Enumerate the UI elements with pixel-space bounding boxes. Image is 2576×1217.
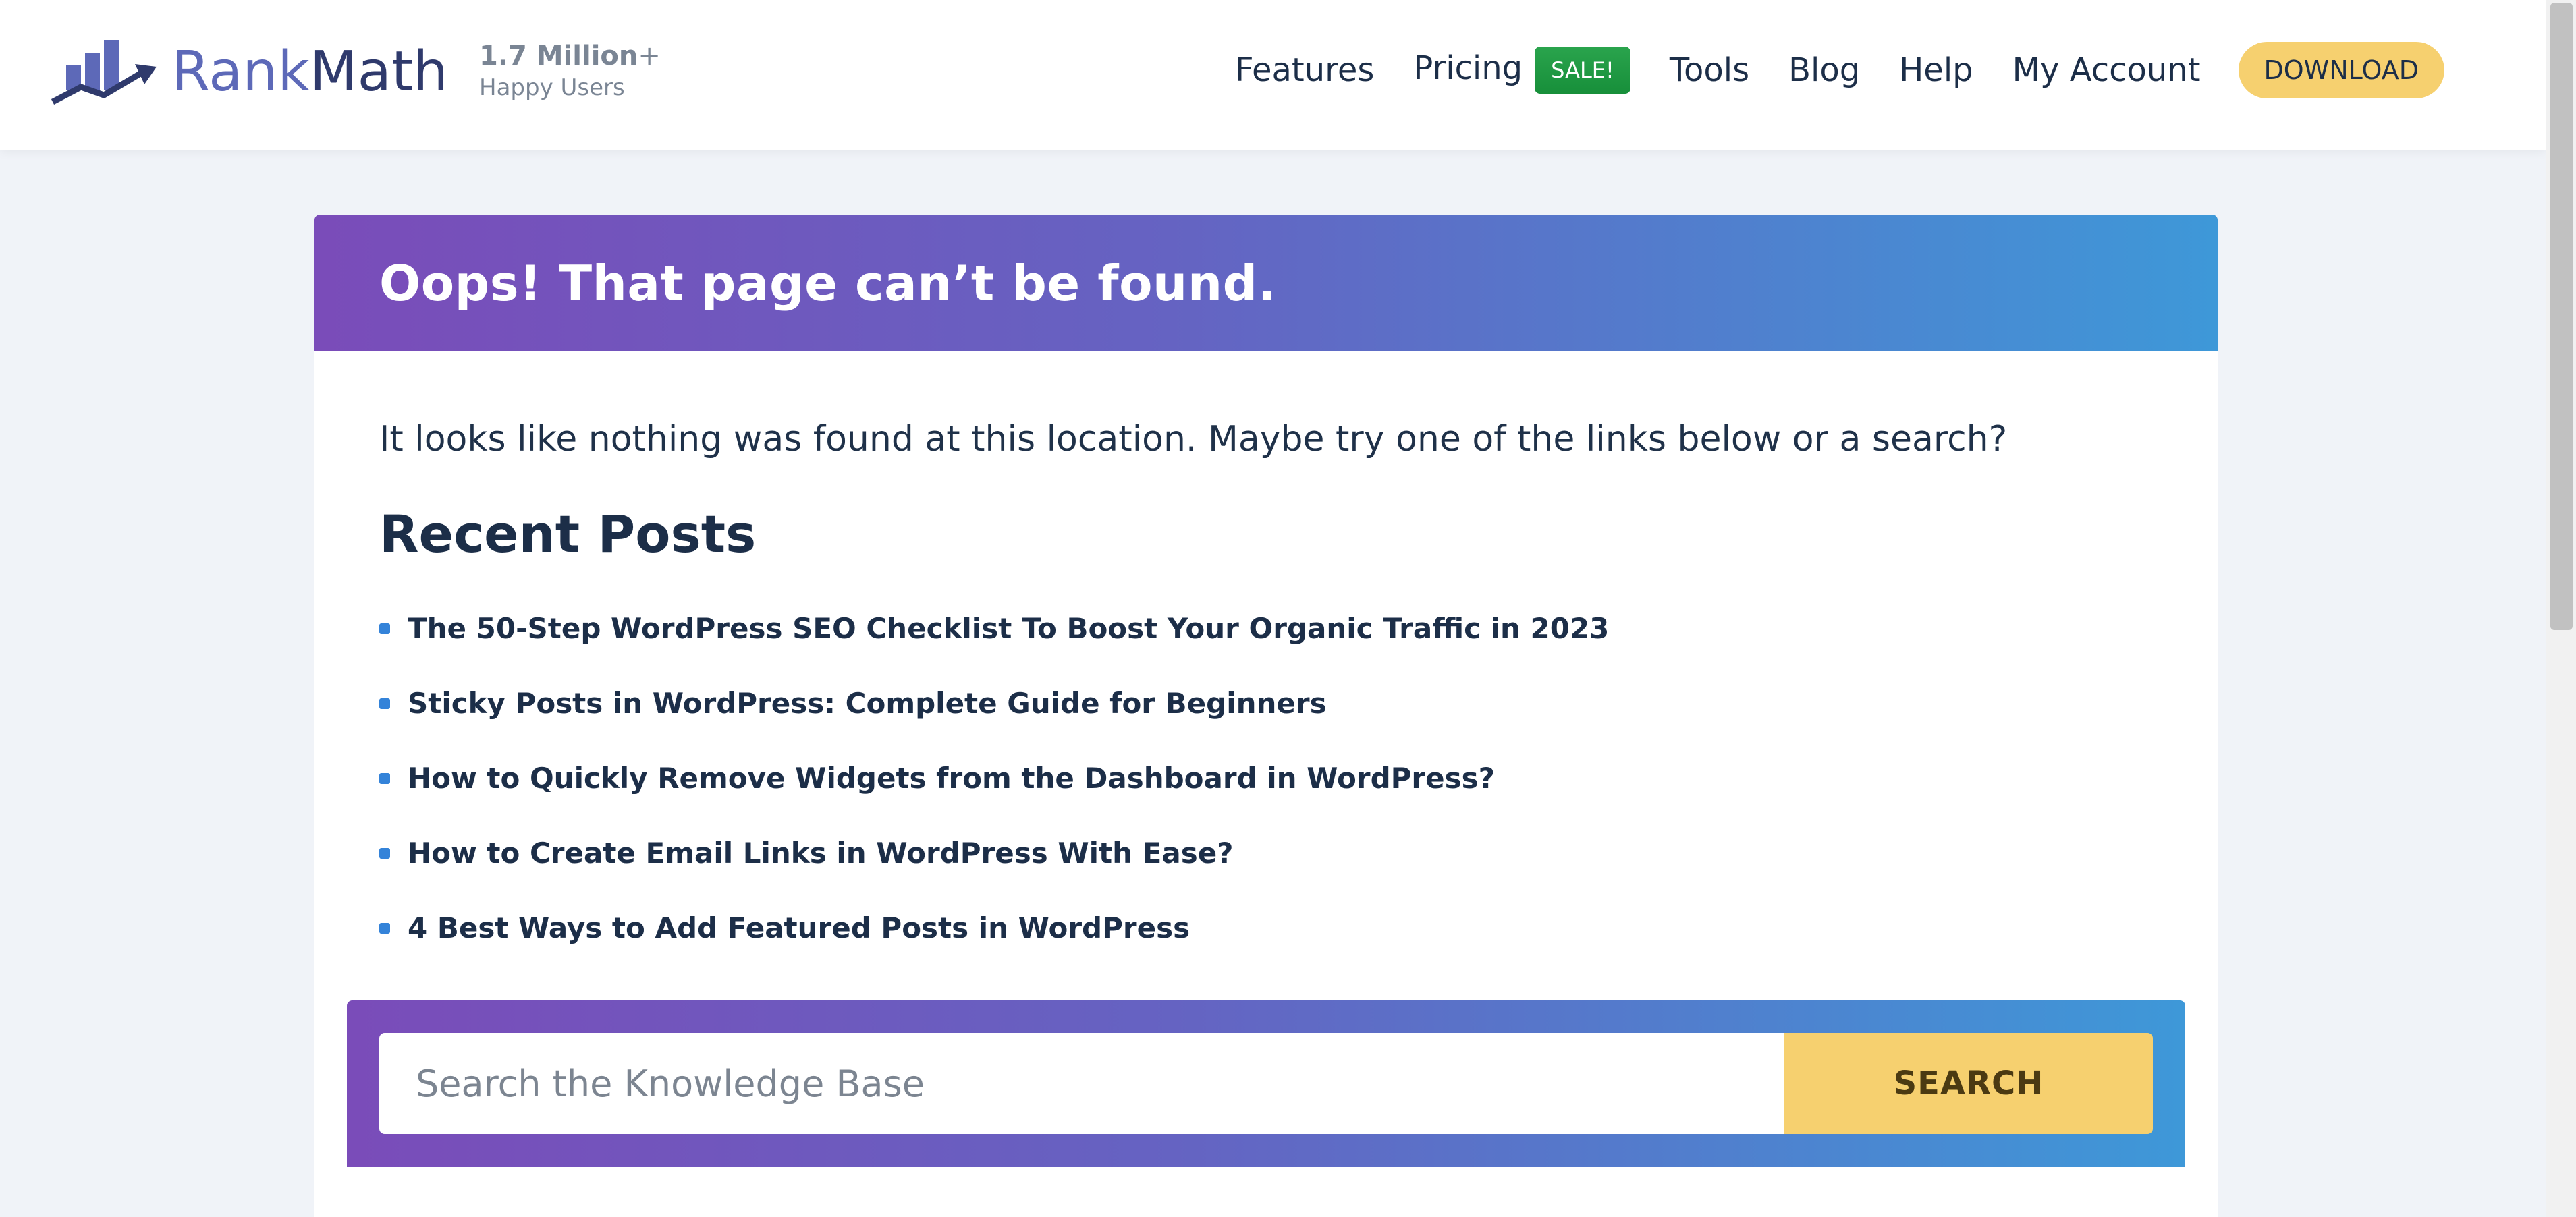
site-header: RankMath 1.7 Million+ Happy Users Featur… xyxy=(0,0,2546,150)
page: RankMath 1.7 Million+ Happy Users Featur… xyxy=(0,0,2546,1217)
list-item: 4 Best Ways to Add Featured Posts in Wor… xyxy=(379,890,2153,965)
nav-features[interactable]: Features xyxy=(1235,51,1374,89)
recent-post-link[interactable]: How to Create Email Links in WordPress W… xyxy=(408,837,1234,870)
square-bullet-icon xyxy=(379,772,390,784)
page-title: Oops! That page can’t be found. xyxy=(379,254,1277,312)
not-found-card: Oops! That page can’t be found. It looks… xyxy=(314,215,2218,1217)
recent-post-link[interactable]: The 50-Step WordPress SEO Checklist To B… xyxy=(408,612,1609,645)
download-button[interactable]: DOWNLOAD xyxy=(2238,42,2444,98)
main-nav: Features Pricing SALE! Tools Blog Help My… xyxy=(1235,42,2444,98)
list-item: How to Quickly Remove Widgets from the D… xyxy=(379,741,2153,816)
nav-pricing-label: Pricing xyxy=(1413,49,1523,87)
brand-name: RankMath xyxy=(171,45,448,100)
rankmath-logo-icon xyxy=(51,37,159,107)
square-bullet-icon xyxy=(379,698,390,709)
site-logo[interactable]: RankMath xyxy=(51,35,448,109)
recent-post-link[interactable]: Sticky Posts in WordPress: Complete Guid… xyxy=(408,687,1327,720)
recent-post-link[interactable]: 4 Best Ways to Add Featured Posts in Wor… xyxy=(408,911,1190,944)
card-body: It looks like nothing was found at this … xyxy=(314,351,2218,965)
users-label: Happy Users xyxy=(479,74,625,101)
square-bullet-icon xyxy=(379,623,390,634)
nav-blog[interactable]: Blog xyxy=(1788,51,1860,89)
list-item: The 50-Step WordPress SEO Checklist To B… xyxy=(379,591,2153,666)
brand-rank: Rank xyxy=(171,40,310,104)
list-item: How to Create Email Links in WordPress W… xyxy=(379,816,2153,890)
brand-math: Math xyxy=(309,40,449,104)
card-header: Oops! That page can’t be found. xyxy=(314,215,2218,351)
search-button[interactable]: SEARCH xyxy=(1784,1033,2153,1134)
users-count: 1.7 Million xyxy=(479,40,638,72)
recent-posts-title: Recent Posts xyxy=(379,504,757,564)
recent-posts-list: The 50-Step WordPress SEO Checklist To B… xyxy=(379,591,2153,965)
nav-help[interactable]: Help xyxy=(1899,51,1973,89)
nav-tools[interactable]: Tools xyxy=(1670,51,1749,89)
search-input[interactable] xyxy=(379,1033,1784,1134)
not-found-message: It looks like nothing was found at this … xyxy=(379,419,2008,459)
nav-my-account[interactable]: My Account xyxy=(2012,51,2201,89)
page-scrollbar[interactable] xyxy=(2546,0,2576,1217)
square-bullet-icon xyxy=(379,847,390,859)
square-bullet-icon xyxy=(379,922,390,934)
nav-pricing[interactable]: Pricing SALE! xyxy=(1413,47,1630,94)
list-item: Sticky Posts in WordPress: Complete Guid… xyxy=(379,666,2153,741)
scrollbar-thumb[interactable] xyxy=(2550,3,2573,630)
happy-users-badge: 1.7 Million+ Happy Users xyxy=(479,40,661,101)
recent-post-link[interactable]: How to Quickly Remove Widgets from the D… xyxy=(408,762,1495,795)
users-plus: + xyxy=(638,40,661,72)
sale-badge: SALE! xyxy=(1535,47,1630,94)
knowledge-base-search: SEARCH xyxy=(347,1000,2185,1167)
